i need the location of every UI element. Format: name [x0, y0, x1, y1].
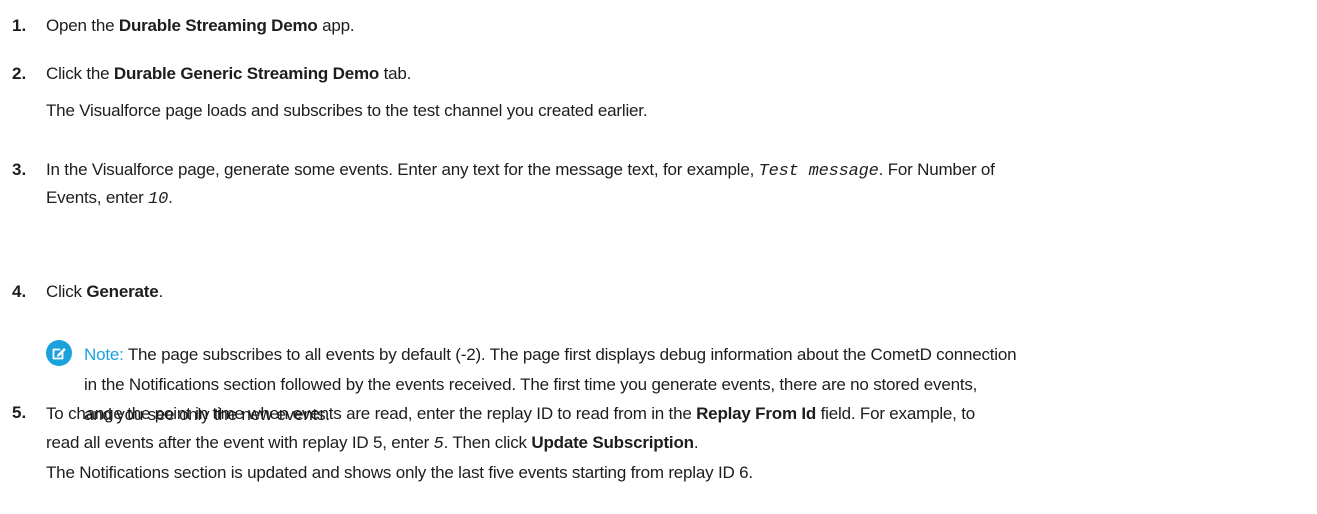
instructions-document: 1. Open the Durable Streaming Demo app. … [0, 0, 1317, 514]
app-name: Durable Streaming Demo [118, 16, 318, 35]
button-name: Generate [86, 282, 159, 301]
code-sample: Test message [758, 162, 879, 181]
tab-name: Durable Generic Streaming Demo [113, 64, 380, 83]
step-text: To change the point in time when events … [46, 400, 1296, 486]
field-name: Replay From Id [696, 404, 817, 423]
step-5-detail-wrapper [46, 505, 1296, 514]
step-detail: The Notifications section is updated and… [46, 463, 753, 482]
code-sample: 10 [148, 190, 169, 209]
note-edit-icon [46, 340, 72, 366]
step-text: In the Visualforce page, generate some e… [46, 160, 995, 209]
step-text: Click Generate. [46, 282, 163, 301]
step-detail: The Visualforce page loads and subscribe… [46, 101, 648, 120]
step-text: Open the Durable Streaming Demo app. [46, 16, 355, 35]
step-text: Click the Durable Generic Streaming Demo… [46, 64, 412, 83]
note-label: Note: [84, 345, 124, 364]
step-number: 1. [12, 16, 27, 35]
step-number: 2. [12, 64, 27, 83]
step-number: 4. [12, 282, 27, 301]
button-name: Update Subscription [531, 433, 694, 452]
step-number: 3. [12, 160, 27, 179]
code-sample: 5 [433, 435, 444, 454]
step-number: 5. [12, 403, 27, 422]
